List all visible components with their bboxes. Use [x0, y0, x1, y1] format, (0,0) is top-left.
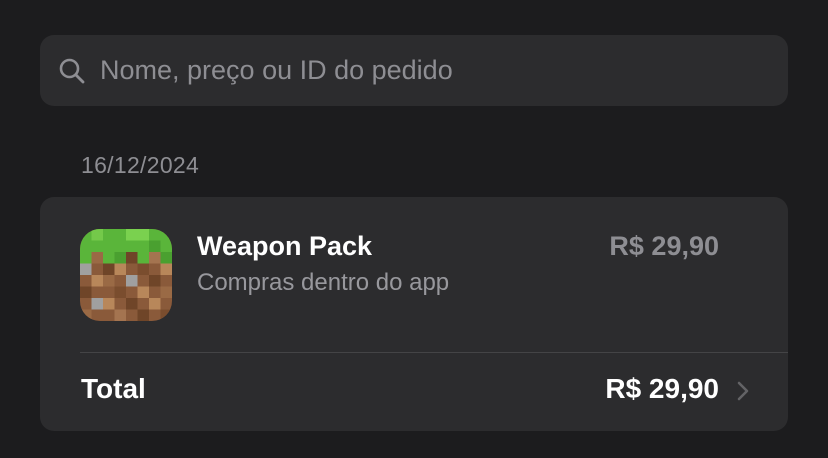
total-value: R$ 29,90	[605, 373, 719, 404]
purchase-date: 16/12/2024	[81, 152, 200, 178]
item-title: Weapon Pack	[197, 231, 373, 261]
item-subtitle: Compras dentro do app	[197, 269, 450, 296]
total-row[interactable]: Total R$ 29,90	[40, 353, 788, 431]
search-bar[interactable]	[40, 35, 788, 106]
minecraft-grass-block-icon	[80, 229, 172, 321]
item-price: R$ 29,90	[609, 231, 719, 261]
search-icon	[57, 56, 87, 86]
search-input[interactable]	[100, 55, 740, 86]
chevron-right-icon	[736, 379, 750, 403]
purchase-item-row[interactable]: Weapon Pack Compras dentro do app R$ 29,…	[40, 197, 788, 352]
purchase-card: Weapon Pack Compras dentro do app R$ 29,…	[40, 197, 788, 431]
total-label: Total	[81, 373, 146, 404]
